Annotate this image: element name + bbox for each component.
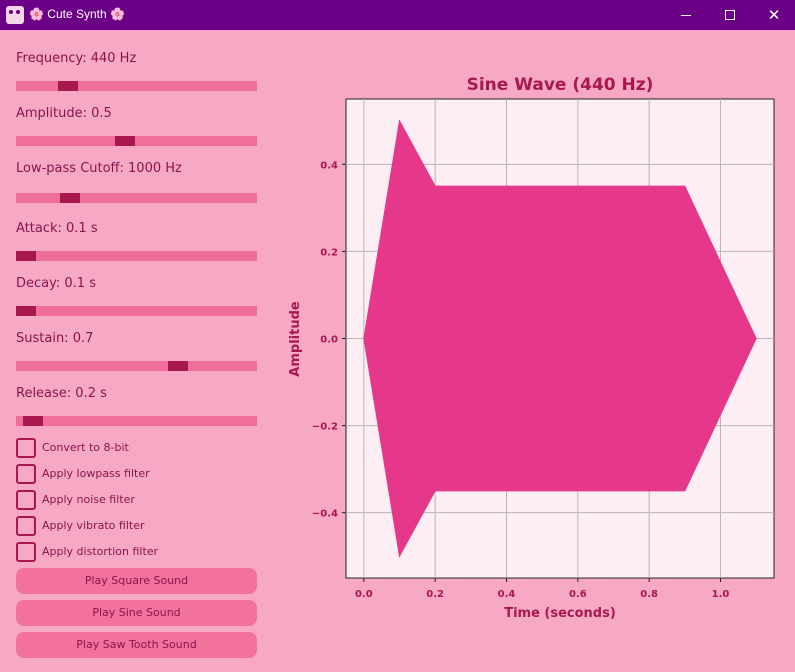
sustain-label: Sustain: 0.7 — [16, 331, 94, 346]
lowpass-checkbox-row[interactable]: Apply lowpass filter — [16, 464, 266, 484]
attack-slider[interactable] — [16, 251, 257, 261]
vibrato-checkbox[interactable] — [16, 516, 36, 536]
cutoff-slider-thumb[interactable] — [60, 193, 81, 203]
x-tick-label: 0.0 — [355, 589, 373, 600]
distortion-label: Apply distortion filter — [42, 545, 159, 558]
vibrato-checkbox-row[interactable]: Apply vibrato filter — [16, 516, 266, 536]
app-icon — [6, 6, 24, 24]
amplitude-slider[interactable] — [16, 136, 257, 146]
y-axis-label: Amplitude — [288, 301, 303, 377]
lowpass-label: Apply lowpass filter — [42, 467, 150, 480]
distortion-checkbox-row[interactable]: Apply distortion filter — [16, 542, 266, 562]
decay-slider[interactable] — [16, 306, 257, 316]
frequency-slider[interactable] — [16, 81, 257, 91]
x-tick-label: 0.6 — [569, 589, 587, 600]
chart-title: Sine Wave (440 Hz) — [467, 75, 654, 95]
play-saw-button[interactable]: Play Saw Tooth Sound — [16, 632, 257, 658]
release-slider-thumb[interactable] — [22, 416, 43, 426]
sustain-slider[interactable] — [16, 361, 257, 371]
waveform-chart: Sine Wave (440 Hz) 0.0 0.2 0.4 0.6 0.8 1.0 −0.… — [288, 75, 775, 621]
frequency-label: Frequency: 440 Hz — [16, 51, 137, 66]
maximize-button[interactable] — [707, 0, 753, 30]
amplitude-slider-thumb[interactable] — [115, 136, 136, 146]
y-tick-label: −0.2 — [312, 422, 338, 433]
minimize-button[interactable] — [663, 0, 709, 30]
decay-slider-thumb[interactable] — [16, 306, 36, 316]
x-tick-label: 0.4 — [498, 589, 516, 600]
distortion-checkbox[interactable] — [16, 542, 36, 562]
frequency-slider-thumb[interactable] — [57, 81, 78, 91]
amplitude-label: Amplitude: 0.5 — [16, 106, 112, 121]
window-title: 🌸 Cute Synth 🌸 — [29, 7, 125, 21]
x-tick-label: 1.0 — [712, 589, 730, 600]
vibrato-label: Apply vibrato filter — [42, 519, 145, 532]
title-bar: 🌸 Cute Synth 🌸 ✕ — [0, 0, 795, 30]
y-tick-label: 0.2 — [320, 247, 338, 258]
cutoff-slider[interactable] — [16, 193, 257, 203]
play-sine-button[interactable]: Play Sine Sound — [16, 600, 257, 626]
release-slider[interactable] — [16, 416, 257, 426]
noise-label: Apply noise filter — [42, 493, 135, 506]
x-axis-label: Time (seconds) — [504, 606, 616, 621]
decay-label: Decay: 0.1 s — [16, 276, 96, 291]
x-tick-label: 0.2 — [426, 589, 444, 600]
lowpass-checkbox[interactable] — [16, 464, 36, 484]
release-label: Release: 0.2 s — [16, 386, 107, 401]
attack-slider-thumb[interactable] — [16, 251, 36, 261]
noise-checkbox-row[interactable]: Apply noise filter — [16, 490, 266, 510]
sustain-slider-thumb[interactable] — [168, 361, 189, 371]
minimize-icon — [681, 14, 691, 16]
maximize-icon — [725, 10, 735, 20]
convert-8bit-checkbox[interactable] — [16, 438, 36, 458]
y-tick-label: 0.4 — [320, 160, 338, 171]
close-button[interactable]: ✕ — [751, 0, 795, 30]
y-tick-label: −0.4 — [312, 509, 338, 520]
convert-8bit-checkbox-row[interactable]: Convert to 8-bit — [16, 438, 266, 458]
y-tick-label: 0.0 — [320, 335, 338, 346]
x-tick-label: 0.8 — [640, 589, 658, 600]
close-icon: ✕ — [767, 6, 781, 24]
cutoff-label: Low-pass Cutoff: 1000 Hz — [16, 161, 182, 176]
play-square-button[interactable]: Play Square Sound — [16, 568, 257, 594]
attack-label: Attack: 0.1 s — [16, 221, 98, 236]
convert-8bit-label: Convert to 8-bit — [42, 441, 129, 454]
noise-checkbox[interactable] — [16, 490, 36, 510]
